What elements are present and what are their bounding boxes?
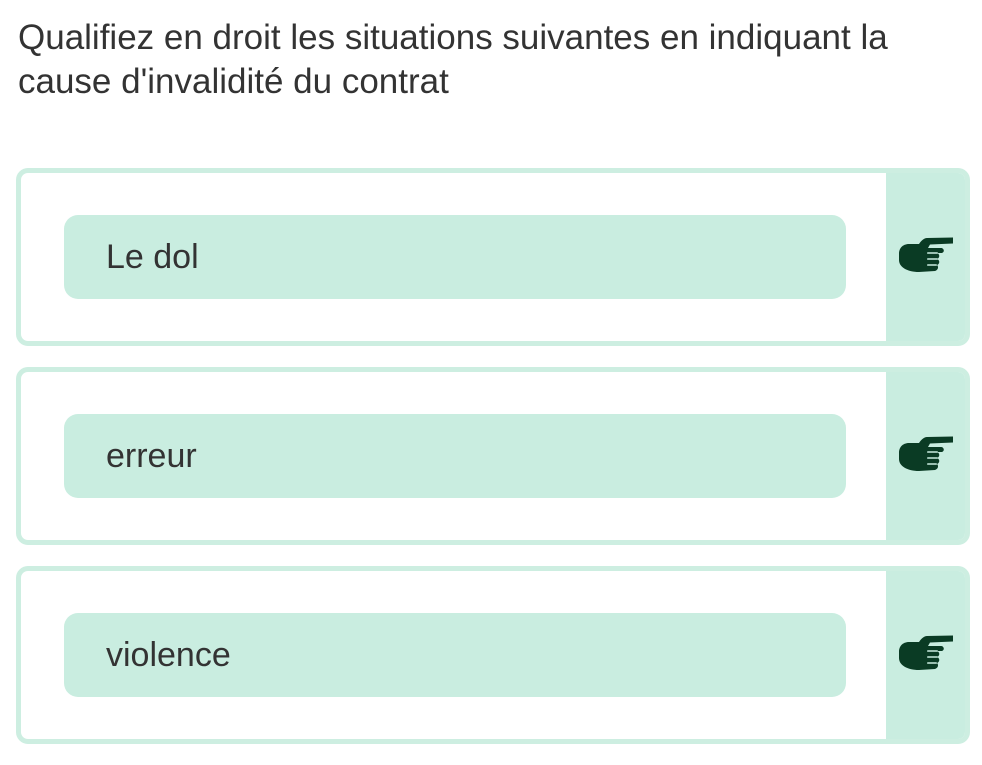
pointing-hand-icon bbox=[897, 234, 955, 280]
answer-card: Le dol bbox=[16, 168, 970, 346]
answer-option[interactable]: erreur bbox=[64, 414, 846, 498]
pointing-hand-icon bbox=[897, 632, 955, 678]
answer-list: Le dol erreur violence bbox=[16, 168, 970, 744]
select-answer-button[interactable] bbox=[886, 173, 965, 341]
answer-option[interactable]: Le dol bbox=[64, 215, 846, 299]
answer-label: violence bbox=[106, 635, 231, 674]
answer-card: erreur bbox=[16, 367, 970, 545]
answer-label: Le dol bbox=[106, 237, 199, 276]
question-text: Qualifiez en droit les situations suivan… bbox=[18, 18, 888, 101]
answer-option[interactable]: violence bbox=[64, 613, 846, 697]
answer-label: erreur bbox=[106, 436, 197, 475]
pointing-hand-icon bbox=[897, 433, 955, 479]
select-answer-button[interactable] bbox=[886, 372, 965, 540]
select-answer-button[interactable] bbox=[886, 571, 965, 739]
answer-card: violence bbox=[16, 566, 970, 744]
